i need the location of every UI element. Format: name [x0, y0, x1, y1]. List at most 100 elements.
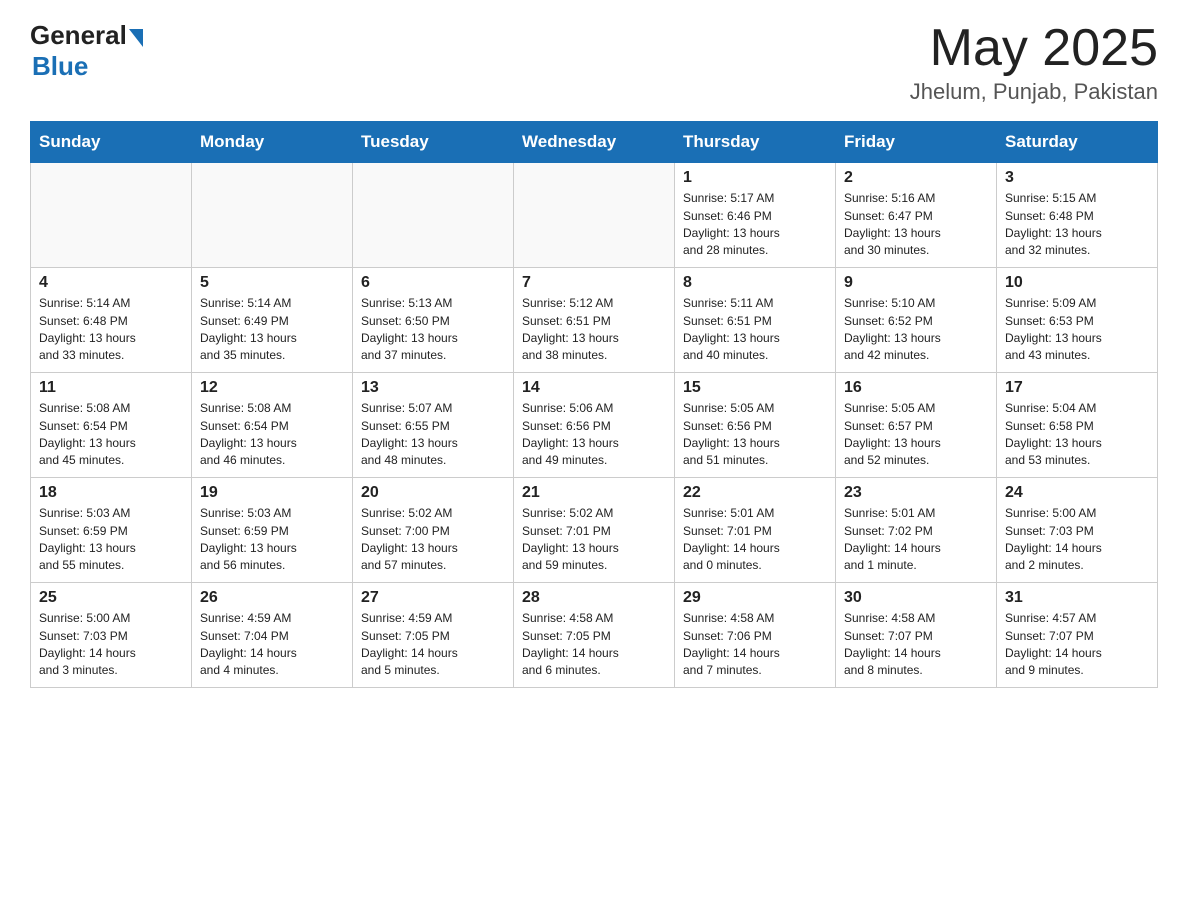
calendar-day-cell: 29 Sunrise: 4:58 AM Sunset: 7:06 PM Dayli… [675, 583, 836, 688]
calendar-week-row: 18 Sunrise: 5:03 AM Sunset: 6:59 PM Dayli… [31, 478, 1158, 583]
day-number: 26 [200, 589, 344, 607]
day-number: 8 [683, 274, 827, 292]
calendar-day-cell: 3Sunrise: 5:15 AM Sunset: 6:48 PM Daylig… [997, 163, 1158, 268]
day-of-week-header: Tuesday [353, 122, 514, 163]
day-number: 3 [1005, 169, 1149, 187]
month-year-title: May 2025 [910, 20, 1158, 77]
day-info: Sunrise: 4:57 AM Sunset: 7:07 PM Dayligh… [1005, 610, 1149, 680]
day-number: 21 [522, 484, 666, 502]
day-info: Sunrise: 5:14 AM Sunset: 6:49 PM Dayligh… [200, 295, 344, 365]
calendar-day-cell: 12 Sunrise: 5:08 AM Sunset: 6:54 PM Dayli… [192, 373, 353, 478]
day-info: Sunrise: 5:02 AM Sunset: 7:00 PM Dayligh… [361, 505, 505, 575]
calendar-day-cell: 8Sunrise: 5:11 AM Sunset: 6:51 PM Daylig… [675, 268, 836, 373]
calendar-day-cell: 11Sunrise: 5:08 AM Sunset: 6:54 PM Dayli… [31, 373, 192, 478]
day-info: Sunrise: 5:01 AM Sunset: 7:02 PM Dayligh… [844, 505, 988, 575]
calendar-day-cell: 17Sunrise: 5:04 AM Sunset: 6:58 PM Dayli… [997, 373, 1158, 478]
day-number: 2 [844, 169, 988, 187]
calendar-day-cell: 23 Sunrise: 5:01 AM Sunset: 7:02 PM Dayli… [836, 478, 997, 583]
day-info: Sunrise: 5:00 AM Sunset: 7:03 PM Dayligh… [39, 610, 183, 680]
calendar-day-cell: 18Sunrise: 5:03 AM Sunset: 6:59 PM Dayli… [31, 478, 192, 583]
calendar-week-row: 4 Sunrise: 5:14 AM Sunset: 6:48 PM Daylig… [31, 268, 1158, 373]
day-number: 18 [39, 484, 183, 502]
day-number: 17 [1005, 379, 1149, 397]
day-info: Sunrise: 5:05 AM Sunset: 6:56 PM Dayligh… [683, 400, 827, 470]
day-of-week-header: Saturday [997, 122, 1158, 163]
day-of-week-header: Friday [836, 122, 997, 163]
calendar-day-cell: 25 Sunrise: 5:00 AM Sunset: 7:03 PM Dayli… [31, 583, 192, 688]
day-info: Sunrise: 5:14 AM Sunset: 6:48 PM Dayligh… [39, 295, 183, 365]
calendar-day-cell: 21 Sunrise: 5:02 AM Sunset: 7:01 PM Dayli… [514, 478, 675, 583]
calendar-day-cell [192, 163, 353, 268]
location-subtitle: Jhelum, Punjab, Pakistan [910, 79, 1158, 105]
calendar-day-cell: 4 Sunrise: 5:14 AM Sunset: 6:48 PM Daylig… [31, 268, 192, 373]
page-header: General Blue May 2025 Jhelum, Punjab, Pa… [30, 20, 1158, 105]
calendar-day-cell: 2 Sunrise: 5:16 AM Sunset: 6:47 PM Daylig… [836, 163, 997, 268]
day-info: Sunrise: 5:17 AM Sunset: 6:46 PM Dayligh… [683, 190, 827, 260]
title-block: May 2025 Jhelum, Punjab, Pakistan [910, 20, 1158, 105]
day-info: Sunrise: 5:02 AM Sunset: 7:01 PM Dayligh… [522, 505, 666, 575]
calendar-day-cell: 7Sunrise: 5:12 AM Sunset: 6:51 PM Daylig… [514, 268, 675, 373]
day-number: 1 [683, 169, 827, 187]
day-info: Sunrise: 4:58 AM Sunset: 7:07 PM Dayligh… [844, 610, 988, 680]
day-info: Sunrise: 5:07 AM Sunset: 6:55 PM Dayligh… [361, 400, 505, 470]
day-number: 15 [683, 379, 827, 397]
day-info: Sunrise: 4:59 AM Sunset: 7:05 PM Dayligh… [361, 610, 505, 680]
calendar-day-cell [514, 163, 675, 268]
calendar-day-cell [353, 163, 514, 268]
logo: General Blue [30, 20, 143, 82]
day-of-week-header: Wednesday [514, 122, 675, 163]
calendar-day-cell: 22 Sunrise: 5:01 AM Sunset: 7:01 PM Dayli… [675, 478, 836, 583]
day-info: Sunrise: 5:12 AM Sunset: 6:51 PM Dayligh… [522, 295, 666, 365]
day-number: 12 [200, 379, 344, 397]
calendar-day-cell: 19 Sunrise: 5:03 AM Sunset: 6:59 PM Dayli… [192, 478, 353, 583]
calendar-week-row: 25 Sunrise: 5:00 AM Sunset: 7:03 PM Dayli… [31, 583, 1158, 688]
logo-general-text: General [30, 20, 127, 51]
day-info: Sunrise: 5:13 AM Sunset: 6:50 PM Dayligh… [361, 295, 505, 365]
day-number: 13 [361, 379, 505, 397]
day-number: 25 [39, 589, 183, 607]
day-number: 4 [39, 274, 183, 292]
day-info: Sunrise: 5:16 AM Sunset: 6:47 PM Dayligh… [844, 190, 988, 260]
day-of-week-header: Thursday [675, 122, 836, 163]
day-of-week-header: Sunday [31, 122, 192, 163]
day-info: Sunrise: 5:01 AM Sunset: 7:01 PM Dayligh… [683, 505, 827, 575]
calendar-day-cell [31, 163, 192, 268]
calendar-day-cell: 28Sunrise: 4:58 AM Sunset: 7:05 PM Dayli… [514, 583, 675, 688]
day-number: 31 [1005, 589, 1149, 607]
day-info: Sunrise: 5:08 AM Sunset: 6:54 PM Dayligh… [200, 400, 344, 470]
day-number: 19 [200, 484, 344, 502]
calendar-day-cell: 30 Sunrise: 4:58 AM Sunset: 7:07 PM Dayli… [836, 583, 997, 688]
day-number: 20 [361, 484, 505, 502]
day-of-week-header: Monday [192, 122, 353, 163]
day-info: Sunrise: 5:08 AM Sunset: 6:54 PM Dayligh… [39, 400, 183, 470]
calendar-day-cell: 31 Sunrise: 4:57 AM Sunset: 7:07 PM Dayli… [997, 583, 1158, 688]
logo-blue-text: Blue [32, 51, 88, 82]
day-info: Sunrise: 5:05 AM Sunset: 6:57 PM Dayligh… [844, 400, 988, 470]
day-number: 14 [522, 379, 666, 397]
day-number: 29 [683, 589, 827, 607]
day-number: 30 [844, 589, 988, 607]
calendar-day-cell: 9Sunrise: 5:10 AM Sunset: 6:52 PM Daylig… [836, 268, 997, 373]
day-number: 6 [361, 274, 505, 292]
day-number: 16 [844, 379, 988, 397]
calendar-day-cell: 6 Sunrise: 5:13 AM Sunset: 6:50 PM Daylig… [353, 268, 514, 373]
day-number: 22 [683, 484, 827, 502]
day-info: Sunrise: 5:09 AM Sunset: 6:53 PM Dayligh… [1005, 295, 1149, 365]
calendar-day-cell: 16 Sunrise: 5:05 AM Sunset: 6:57 PM Dayli… [836, 373, 997, 478]
day-number: 5 [200, 274, 344, 292]
day-number: 27 [361, 589, 505, 607]
calendar-day-cell: 24Sunrise: 5:00 AM Sunset: 7:03 PM Dayli… [997, 478, 1158, 583]
day-info: Sunrise: 5:06 AM Sunset: 6:56 PM Dayligh… [522, 400, 666, 470]
calendar-day-cell: 15 Sunrise: 5:05 AM Sunset: 6:56 PM Dayli… [675, 373, 836, 478]
calendar-table: SundayMondayTuesdayWednesdayThursdayFrid… [30, 121, 1158, 688]
calendar-day-cell: 27 Sunrise: 4:59 AM Sunset: 7:05 PM Dayli… [353, 583, 514, 688]
day-number: 10 [1005, 274, 1149, 292]
calendar-header-row: SundayMondayTuesdayWednesdayThursdayFrid… [31, 122, 1158, 163]
day-info: Sunrise: 4:59 AM Sunset: 7:04 PM Dayligh… [200, 610, 344, 680]
day-info: Sunrise: 5:03 AM Sunset: 6:59 PM Dayligh… [200, 505, 344, 575]
day-number: 23 [844, 484, 988, 502]
day-info: Sunrise: 4:58 AM Sunset: 7:06 PM Dayligh… [683, 610, 827, 680]
calendar-day-cell: 14 Sunrise: 5:06 AM Sunset: 6:56 PM Dayli… [514, 373, 675, 478]
day-info: Sunrise: 5:00 AM Sunset: 7:03 PM Dayligh… [1005, 505, 1149, 575]
day-info: Sunrise: 4:58 AM Sunset: 7:05 PM Dayligh… [522, 610, 666, 680]
